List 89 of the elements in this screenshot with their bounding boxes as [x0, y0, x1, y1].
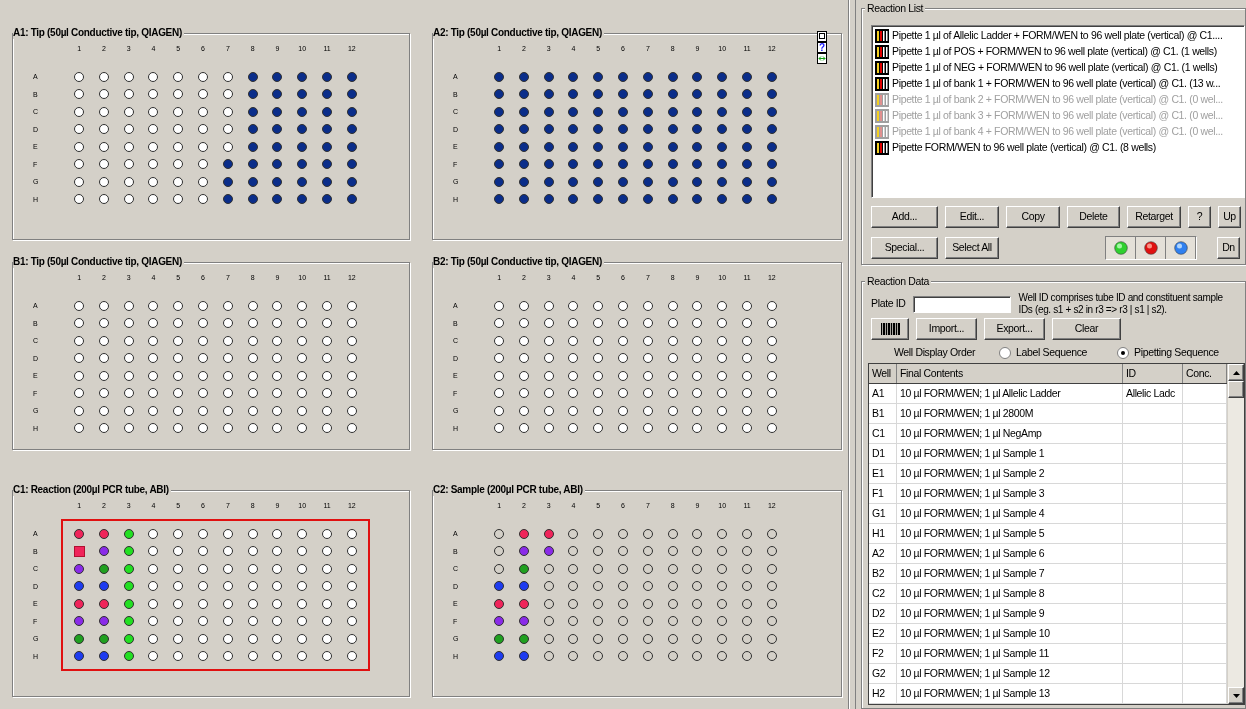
ball-icon — [1113, 241, 1128, 255]
table-cell: H2 — [869, 684, 897, 703]
plate-id-field[interactable] — [912, 295, 1011, 313]
table-cell: C1 — [869, 424, 897, 443]
barcode-button[interactable] — [871, 318, 909, 340]
action-button[interactable]: Copy — [1006, 206, 1060, 228]
table-cell: G2 — [869, 664, 897, 683]
table-cell: E2 — [869, 624, 897, 643]
table-cell: Allelic Ladc — [1123, 384, 1183, 403]
group-title: Reaction List — [865, 2, 926, 15]
table-cell: F2 — [869, 644, 897, 663]
ball-icon — [1173, 241, 1188, 255]
plate-title: A1: Tip (50µl Conductive tip, QIAGEN) — [13, 27, 184, 39]
scroll-down-button[interactable] — [1228, 687, 1244, 704]
column-header[interactable]: Final Contents — [897, 364, 1123, 383]
table-cell: H1 — [869, 524, 897, 543]
action-button[interactable]: Select All — [945, 237, 999, 259]
resize-icon — [817, 53, 827, 64]
table-cell: 10 µl FORM/WEN; 1 µl NegAmp — [897, 424, 1123, 443]
action-button[interactable]: Up — [1218, 206, 1241, 228]
table-cell: 10 µl FORM/WEN; 1 µl Sample 2 — [897, 464, 1123, 483]
table-cell: B1 — [869, 404, 897, 423]
radio-option[interactable]: Pipetting Sequence — [1117, 345, 1219, 361]
scrollbar[interactable] — [1227, 364, 1244, 704]
column-header[interactable]: Well — [869, 364, 897, 383]
table-cell: 10 µl FORM/WEN; 1 µl Sample 4 — [897, 504, 1123, 523]
field-label: Plate ID — [871, 296, 906, 312]
column-header[interactable]: ID — [1123, 364, 1183, 383]
restore-icon — [817, 31, 827, 42]
plate-title: C2: Sample (200µl PCR tube, ABI) — [433, 484, 585, 496]
table-cell: G1 — [869, 504, 897, 523]
action-button[interactable]: Delete — [1067, 206, 1120, 228]
selected-well[interactable] — [73, 545, 85, 557]
table-cell: B2 — [869, 564, 897, 583]
table-cell: 10 µl FORM/WEN; 1 µl Sample 5 — [897, 524, 1123, 543]
action-button[interactable]: Export... — [984, 318, 1045, 340]
table-cell: 10 µl FORM/WEN; 1 µl 2800M — [897, 404, 1123, 423]
action-button[interactable]: Edit... — [945, 206, 999, 228]
table-cell: 10 µl FORM/WEN; 1 µl Sample 3 — [897, 484, 1123, 503]
table-cell: E1 — [869, 464, 897, 483]
plate-title: B2: Tip (50µl Conductive tip, QIAGEN) — [433, 256, 604, 268]
reaction-list[interactable] — [871, 25, 1245, 198]
table-cell: 10 µl FORM/WEN; 1 µl Sample 13 — [897, 684, 1123, 703]
table-cell: 10 µl FORM/WEN; 1 µl Sample 9 — [897, 604, 1123, 623]
table-cell: 10 µl FORM/WEN; 1 µl Sample 10 — [897, 624, 1123, 643]
group-title: Reaction Data — [865, 275, 931, 288]
table-cell: 10 µl FORM/WEN; 1 µl Sample 12 — [897, 664, 1123, 683]
status-filter-button[interactable] — [1106, 237, 1136, 259]
list-item-text[interactable]: Pipette 1 µl of NEG + FORM/WEN to 96 well plate (vertical) @ C1. (1 wells) — [892, 60, 1218, 76]
action-button[interactable]: Clear — [1052, 318, 1121, 340]
table-cell: 10 µl FORM/WEN; 1 µl Sample 1 — [897, 444, 1123, 463]
ball-icon — [1143, 241, 1158, 255]
table-cell: A1 — [869, 384, 897, 403]
list-item-text[interactable]: Pipette 1 µl of POS + FORM/WEN to 96 well plate (vertical) @ C1. (1 wells) — [892, 44, 1217, 60]
plate-title: B1: Tip (50µl Conductive tip, QIAGEN) — [13, 256, 184, 268]
down-arrow-icon — [1232, 693, 1240, 698]
table-cell: 10 µl FORM/WEN; 1 µl Allelic Ladder — [897, 384, 1123, 403]
help-text: Well ID comprises tube ID and constituent sample IDs (eg. s1 + s2 in r3 => r3 | s1 | s2). — [1018, 292, 1224, 316]
radio-button[interactable] — [999, 347, 1012, 359]
table-cell: 10 µl FORM/WEN; 1 µl Sample 8 — [897, 584, 1123, 603]
table-cell: 10 µl FORM/WEN; 1 µl Sample 6 — [897, 544, 1123, 563]
splitter-bar[interactable] — [848, 0, 856, 709]
table-cell: D1 — [869, 444, 897, 463]
status-filter-button[interactable] — [1166, 237, 1196, 259]
barcode-icon — [880, 323, 900, 335]
table-cell: 10 µl FORM/WEN; 1 µl Sample 11 — [897, 644, 1123, 663]
field-label: Well Display Order — [894, 345, 976, 361]
table-cell: D2 — [869, 604, 897, 623]
table-cell: A2 — [869, 544, 897, 563]
action-button[interactable]: Retarget — [1127, 206, 1181, 228]
scroll-thumb[interactable] — [1228, 381, 1244, 398]
action-button[interactable]: Add... — [871, 206, 938, 228]
list-item-text[interactable]: Pipette 1 µl of bank 1 + FORM/WEN to 96 well plate (vertical) @ C1. (13 w... — [892, 76, 1221, 92]
table-cell: C2 — [869, 584, 897, 603]
action-button[interactable]: Special... — [871, 237, 938, 259]
down-button[interactable]: Dn — [1217, 237, 1240, 259]
list-item-text[interactable]: Pipette 1 µl of Allelic Ladder + FORM/WEN to 96 well plate (vertical) @ C1.... — [892, 28, 1223, 44]
status-filter-button[interactable] — [1136, 237, 1166, 259]
plate-title: C1: Reaction (200µl PCR tube, ABI) — [13, 484, 171, 496]
plate-title: A2: Tip (50µl Conductive tip, QIAGEN) — [433, 27, 604, 39]
scroll-up-button[interactable] — [1228, 364, 1244, 381]
action-button[interactable]: ? — [1188, 206, 1211, 228]
table-cell: F1 — [869, 484, 897, 503]
action-button[interactable]: Import... — [916, 318, 977, 340]
radio-option[interactable]: Label Sequence — [999, 345, 1088, 361]
radio-button[interactable] — [1117, 347, 1130, 359]
up-arrow-icon — [1232, 370, 1240, 375]
list-item-text[interactable]: Pipette FORM/WEN to 96 well plate (vertical) @ C1. (8 wells) — [892, 140, 1156, 156]
table-cell: 10 µl FORM/WEN; 1 µl Sample 7 — [897, 564, 1123, 583]
